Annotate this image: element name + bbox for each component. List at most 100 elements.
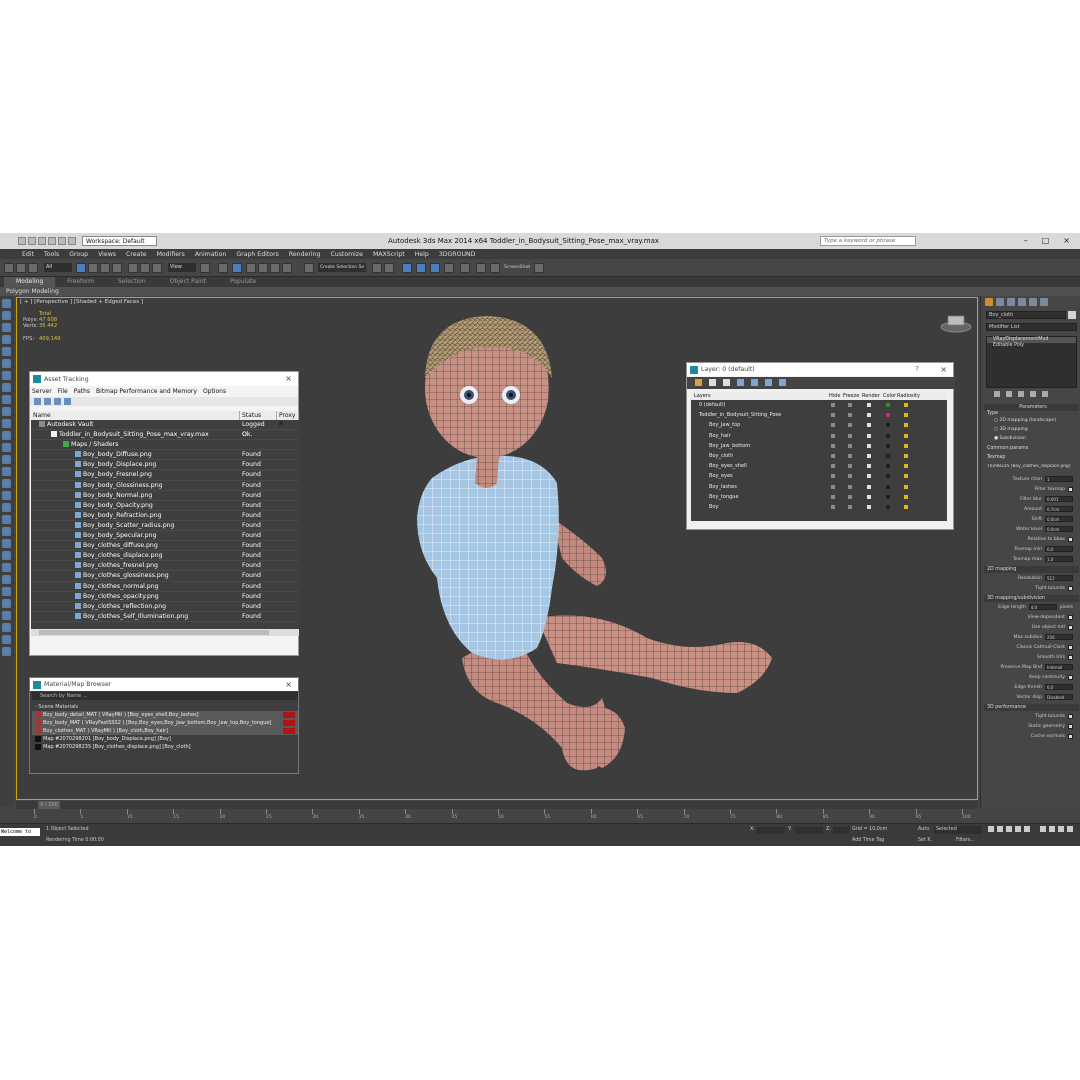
render-toggle-icon[interactable] <box>867 474 871 479</box>
perf-tight-bounds-checkbox[interactable] <box>1068 713 1073 719</box>
go-to-end-icon[interactable] <box>1024 826 1030 832</box>
static-geometry-checkbox[interactable] <box>1068 723 1073 729</box>
motion-tab-icon[interactable] <box>1018 298 1026 306</box>
zoom-extents-icon[interactable] <box>1058 826 1064 832</box>
layer-color-swatch[interactable] <box>886 443 890 448</box>
snaps-toggle-icon[interactable] <box>246 263 256 273</box>
zoom-all-icon[interactable] <box>1049 826 1055 832</box>
freeze-toggle-icon[interactable] <box>848 504 852 509</box>
highlight-layer-icon[interactable] <box>751 379 758 386</box>
modifier-list-dropdown[interactable]: Modifier List <box>986 323 1077 331</box>
asset-row[interactable]: Boy_body_Refraction.png Found <box>31 511 299 521</box>
layer-row[interactable]: Boy_Jaw_top <box>691 420 947 430</box>
menu-rendering[interactable]: Rendering <box>289 251 321 258</box>
pin-stack-icon[interactable] <box>994 391 1000 397</box>
key-filters-button[interactable]: Filters... <box>956 838 975 843</box>
render-toggle-icon[interactable] <box>867 413 871 418</box>
column-render[interactable]: Render <box>862 392 880 400</box>
asset-row[interactable]: Toddler_in_Bodysuit_Sitting_Pose_max_vra… <box>31 430 299 441</box>
layer-color-swatch[interactable] <box>886 464 890 469</box>
menu-tools[interactable]: Tools <box>44 251 59 258</box>
freeze-toggle-icon[interactable] <box>848 474 852 479</box>
asset-row[interactable]: Boy_body_Opacity.png Found <box>31 501 299 511</box>
asset-row[interactable]: Maps / Shaders <box>31 440 299 451</box>
make-unique-icon[interactable] <box>1018 391 1024 397</box>
radiosity-icon[interactable] <box>904 403 908 407</box>
layer-row[interactable]: Boy_cloth <box>691 451 947 461</box>
radio-3d-mapping[interactable]: ○ 3D mapping <box>984 427 1079 436</box>
param-checkbox[interactable] <box>1068 536 1073 542</box>
param-input[interactable]: 1 <box>1045 476 1073 482</box>
scene-materials-section[interactable]: - Scene Materials <box>32 703 298 711</box>
tool-icon[interactable] <box>2 635 11 644</box>
remove-modifier-icon[interactable] <box>1030 391 1036 397</box>
layer-color-swatch[interactable] <box>886 453 890 458</box>
x-coord-input[interactable] <box>757 827 785 834</box>
time-slider[interactable]: 0 / 100 <box>16 801 978 809</box>
hide-toggle-icon[interactable] <box>831 443 835 448</box>
mirror-icon[interactable] <box>372 263 382 273</box>
utilities-tab-icon[interactable] <box>1040 298 1048 306</box>
y-coord-input[interactable] <box>795 827 823 834</box>
keyboard-shortcut-override-icon[interactable] <box>232 263 242 273</box>
freeze-toggle-icon[interactable] <box>848 464 852 469</box>
maxscript-listener[interactable]: Welcome to <box>0 828 40 836</box>
render-toggle-icon[interactable] <box>867 423 871 428</box>
tool-icon[interactable] <box>2 611 11 620</box>
asset-row[interactable]: Boy_body_Diffuse.png Found <box>31 450 299 461</box>
layer-row[interactable]: Boy_Jaw_bottom <box>691 441 947 451</box>
tool-icon[interactable] <box>2 551 11 560</box>
configure-sets-icon[interactable] <box>1042 391 1048 397</box>
tool-icon[interactable] <box>2 539 11 548</box>
freeze-toggle-icon[interactable] <box>848 453 852 458</box>
param-checkbox[interactable] <box>1068 614 1073 620</box>
cache-normals-checkbox[interactable] <box>1068 733 1073 739</box>
asset-row[interactable]: Boy_body_Specular.png Found <box>31 531 299 542</box>
show-end-result-icon[interactable] <box>1006 391 1012 397</box>
layer-row[interactable]: Boy <box>691 502 947 512</box>
teapot-render-icon[interactable] <box>534 263 544 273</box>
column-status[interactable]: Status <box>240 411 277 420</box>
hide-toggle-icon[interactable] <box>831 413 835 418</box>
object-color-swatch[interactable] <box>1068 311 1076 319</box>
workspace-dropdown[interactable]: Workspace: Default <box>82 236 157 246</box>
asset-row[interactable]: Boy_body_Normal.png Found <box>31 491 299 501</box>
reference-coordinate-dropdown[interactable]: View <box>168 263 196 272</box>
select-object-icon[interactable] <box>76 263 86 273</box>
radiosity-icon[interactable] <box>904 433 908 438</box>
param-checkbox[interactable] <box>1068 624 1073 630</box>
layer-color-swatch[interactable] <box>886 413 890 418</box>
radiosity-icon[interactable] <box>904 423 908 428</box>
freeze-toggle-icon[interactable] <box>848 403 852 407</box>
column-hide[interactable]: Hide <box>829 392 840 400</box>
select-by-name-icon[interactable] <box>88 263 98 273</box>
param-input[interactable]: 0,7cm <box>1045 506 1073 512</box>
named-selection-dropdown[interactable]: Create Selection Se <box>318 263 366 272</box>
asset-row[interactable]: Boy_clothes_displace.png Found <box>31 551 299 562</box>
layer-color-swatch[interactable] <box>886 494 890 499</box>
menu-views[interactable]: Views <box>98 251 116 258</box>
align-icon[interactable] <box>384 263 394 273</box>
auto-key-button[interactable]: Auto <box>918 827 929 832</box>
graphite-toggle-icon[interactable] <box>430 263 440 273</box>
play-icon[interactable] <box>1006 826 1012 832</box>
tool-icon[interactable] <box>2 455 11 464</box>
tab-populate[interactable]: Populate <box>218 277 268 287</box>
select-link-icon[interactable] <box>4 263 14 273</box>
render-toggle-icon[interactable] <box>867 484 871 489</box>
object-name-field[interactable]: Boy_cloth <box>986 311 1066 319</box>
time-slider-frame[interactable]: 0 / 100 <box>38 801 60 809</box>
spinner-snap-icon[interactable] <box>282 263 292 273</box>
freeze-toggle-icon[interactable] <box>848 484 852 489</box>
tool-icon[interactable] <box>2 587 11 596</box>
menu-server[interactable]: Server <box>32 388 52 395</box>
delete-layer-icon[interactable] <box>709 379 716 386</box>
freeze-toggle-icon[interactable] <box>848 494 852 499</box>
column-layers[interactable]: Layers <box>694 392 711 400</box>
radio-subdivision[interactable]: ● Subdivision <box>984 436 1079 446</box>
window-crossing-icon[interactable] <box>112 263 122 273</box>
param-input[interactable]: Internal <box>1045 664 1073 670</box>
tool-icon[interactable] <box>2 299 11 308</box>
minimize-icon[interactable]: – <box>1024 236 1028 245</box>
create-tab-icon[interactable] <box>985 298 993 306</box>
